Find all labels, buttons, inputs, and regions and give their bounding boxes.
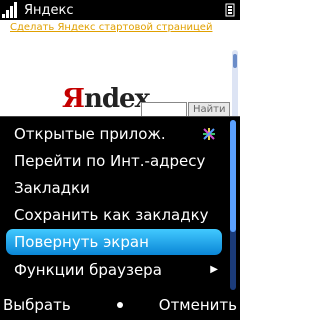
menu-item-rotate-screen[interactable]: Повернуть экран <box>6 229 222 255</box>
battery-icon <box>225 3 235 17</box>
page-scroll-thumb[interactable] <box>233 54 237 68</box>
menu-item-bookmarks[interactable]: Закладки <box>6 175 222 201</box>
menu-item-label: Функции браузера <box>14 261 162 279</box>
logo-first-letter: Я <box>62 84 85 114</box>
menu-item-save-bookmark[interactable]: Сохранить как закладку <box>6 202 222 228</box>
select-softkey[interactable]: Выбрать <box>3 296 71 314</box>
menu-item-label: Закладки <box>14 179 90 197</box>
cancel-softkey[interactable]: Отменить <box>159 296 237 314</box>
menu-item-browser-functions[interactable]: Функции браузера ▶ <box>6 257 222 283</box>
submenu-arrow-icon: ▶ <box>210 264 218 275</box>
center-softkey-dot-icon[interactable] <box>117 302 123 308</box>
menu-item-label: Сохранить как закладку <box>14 206 209 224</box>
menu-scroll-thumb[interactable] <box>230 120 236 232</box>
softkey-bar: Выбрать Отменить <box>0 292 240 320</box>
status-bar: Яндекс <box>0 0 240 20</box>
menu-item-label: Повернуть экран <box>14 233 149 251</box>
signal-strength-icon <box>2 2 17 18</box>
menu-item-label: Перейти по Инт.-адресу <box>14 152 206 170</box>
logo-rest: ndex <box>83 84 150 114</box>
options-menu: Открытые прилож. Перейти по Инт.-адресу … <box>0 116 240 293</box>
menu-item-open-apps[interactable]: Открытые прилож. <box>6 121 222 147</box>
set-homepage-link[interactable]: Сделать Яндекс стартовой страницей <box>10 22 212 33</box>
yandex-logo: Яndex <box>62 84 150 114</box>
window-title: Яндекс <box>24 2 74 18</box>
web-page: Сделать Яндекс стартовой страницей Яndex… <box>0 20 240 134</box>
menu-item-label: Открытые прилож. <box>14 125 166 143</box>
menu-item-go-to-address[interactable]: Перейти по Инт.-адресу <box>6 148 222 174</box>
open-apps-icon <box>203 128 215 140</box>
